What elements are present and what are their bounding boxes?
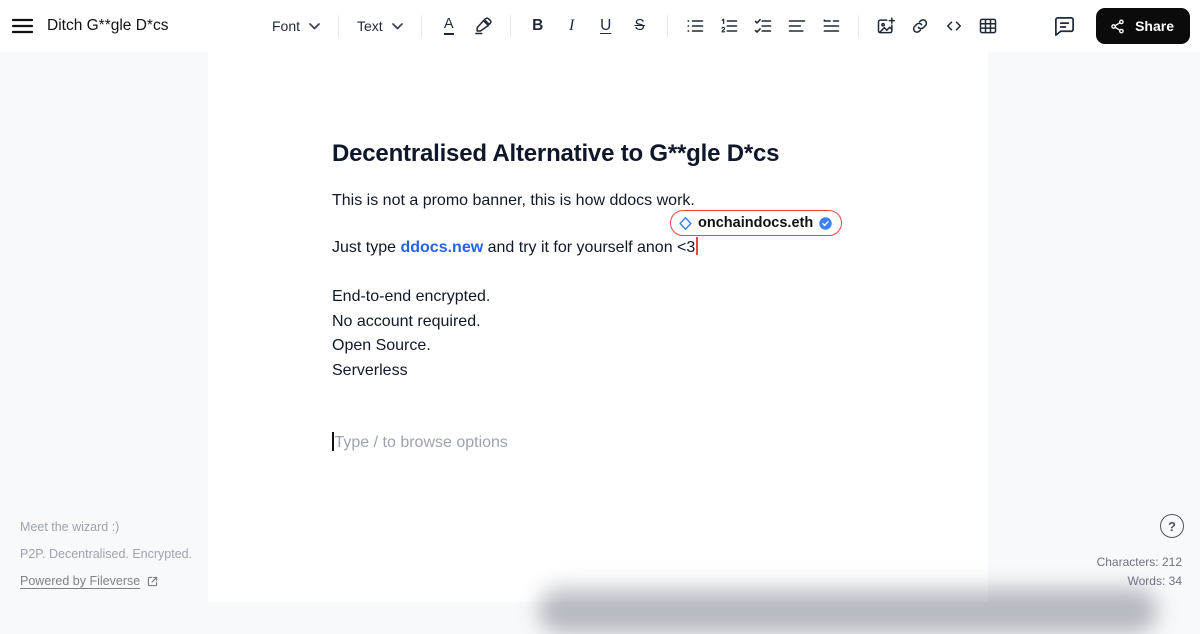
feature-line: No account required. — [332, 312, 481, 330]
powered-by-fileverse-link[interactable]: Powered by Fileverse — [20, 574, 159, 588]
character-count: Characters: 212 — [1097, 553, 1182, 572]
task-list-icon — [753, 16, 773, 36]
top-toolbar: Ditch G**gle D*cs Font Text A B I U S Sh… — [0, 0, 1200, 52]
chevron-down-icon — [391, 22, 403, 30]
code-block-button[interactable] — [939, 11, 969, 41]
verified-badge-icon — [818, 216, 833, 231]
menu-button[interactable] — [10, 14, 34, 38]
highlight-icon — [473, 16, 493, 36]
text-color-icon: A — [443, 17, 454, 35]
bullet-list-icon — [685, 16, 705, 36]
offscreen-card-shadow — [538, 588, 1158, 634]
ddocs-link[interactable]: ddocs.new — [400, 239, 483, 256]
doc-heading[interactable]: Decentralised Alternative to G**gle D*cs — [332, 138, 928, 169]
bold-button[interactable]: B — [523, 11, 553, 41]
text-style-dropdown[interactable]: Text — [351, 11, 409, 41]
blockquote-button[interactable] — [816, 11, 846, 41]
share-icon — [1109, 18, 1126, 35]
italic-icon: I — [569, 17, 575, 34]
paragraph-text: and try it for yourself anon <3 — [483, 239, 696, 256]
image-add-icon — [876, 16, 896, 36]
bold-icon: B — [532, 17, 544, 35]
word-count-panel: Characters: 212 Words: 34 — [1097, 553, 1182, 590]
footer-left: Meet the wizard :) P2P. Decentralised. E… — [20, 520, 192, 588]
toolbar-divider — [666, 15, 668, 37]
paragraph[interactable]: onchaindocs.eth Just type ddocs.new and … — [332, 210, 928, 258]
font-dropdown-label: Font — [272, 18, 301, 34]
help-button[interactable]: ? — [1160, 514, 1184, 538]
feature-list[interactable]: End-to-end encrypted. No account require… — [332, 285, 928, 383]
insert-link-button[interactable] — [905, 11, 935, 41]
link-icon — [910, 16, 930, 36]
code-icon — [944, 16, 964, 36]
fileverse-link-label: Powered by Fileverse — [20, 574, 141, 588]
strikethrough-icon: S — [634, 17, 645, 35]
chevron-down-icon — [309, 22, 320, 30]
paragraph[interactable]: This is not a promo banner, this is how … — [332, 191, 928, 211]
document-canvas[interactable]: Decentralised Alternative to G**gle D*cs… — [208, 52, 1158, 634]
ordered-list-button[interactable] — [714, 11, 744, 41]
toolbar-divider — [338, 15, 340, 37]
empty-line[interactable]: Type / to browse options — [332, 432, 928, 453]
table-icon — [978, 16, 998, 36]
document-title[interactable]: Ditch G**gle D*cs — [47, 17, 168, 35]
underline-icon: U — [600, 17, 612, 35]
characters-label: Characters: — [1096, 555, 1159, 569]
font-dropdown[interactable]: Font — [266, 11, 326, 41]
comment-icon — [1053, 15, 1076, 38]
formatting-toolbar: Font Text A B I U S — [266, 0, 1003, 52]
collaborator-name: onchaindocs.eth — [698, 215, 814, 231]
words-label: Words: — [1127, 573, 1166, 588]
toolbar-divider — [857, 15, 859, 37]
insert-table-button[interactable] — [973, 11, 1003, 41]
feature-line: End-to-end encrypted. — [332, 288, 491, 305]
comments-button[interactable] — [1049, 11, 1080, 41]
local-caret — [332, 432, 334, 451]
share-button-label: Share — [1135, 18, 1174, 34]
text-dropdown-label: Text — [357, 18, 383, 34]
italic-button[interactable]: I — [557, 11, 587, 41]
collaborator-caret — [696, 237, 699, 255]
align-left-icon — [787, 16, 807, 36]
strikethrough-button[interactable]: S — [625, 11, 655, 41]
toolbar-divider — [420, 15, 422, 37]
words-value: 34 — [1168, 573, 1182, 588]
question-mark-icon: ? — [1168, 518, 1176, 534]
characters-value: 212 — [1161, 555, 1182, 569]
bullet-list-button[interactable] — [680, 11, 710, 41]
insert-image-button[interactable] — [871, 11, 901, 41]
feature-line: Serverless — [332, 361, 408, 379]
external-link-icon — [146, 575, 159, 588]
blockquote-icon — [821, 16, 841, 36]
highlight-button[interactable] — [468, 11, 498, 41]
share-button[interactable]: Share — [1096, 8, 1190, 44]
task-list-button[interactable] — [748, 11, 778, 41]
paragraph-text: Just type — [332, 239, 401, 256]
tagline: P2P. Decentralised. Encrypted. — [20, 547, 193, 561]
ens-diamond-icon — [678, 216, 693, 231]
slash-placeholder: Type / to browse options — [334, 434, 508, 451]
align-button[interactable] — [782, 11, 812, 41]
ordered-list-icon — [719, 16, 739, 36]
toolbar-divider — [509, 15, 511, 37]
wizard-note: Meet the wizard :) — [20, 520, 120, 534]
hamburger-icon — [11, 18, 33, 34]
word-count: Words: 34 — [1097, 572, 1183, 591]
editor-content: Decentralised Alternative to G**gle D*cs… — [208, 52, 988, 453]
collaborator-cursor-badge: onchaindocs.eth — [670, 210, 843, 236]
text-color-button[interactable]: A — [434, 11, 464, 41]
feature-line: Open Source. — [332, 337, 431, 354]
underline-button[interactable]: U — [591, 11, 621, 41]
